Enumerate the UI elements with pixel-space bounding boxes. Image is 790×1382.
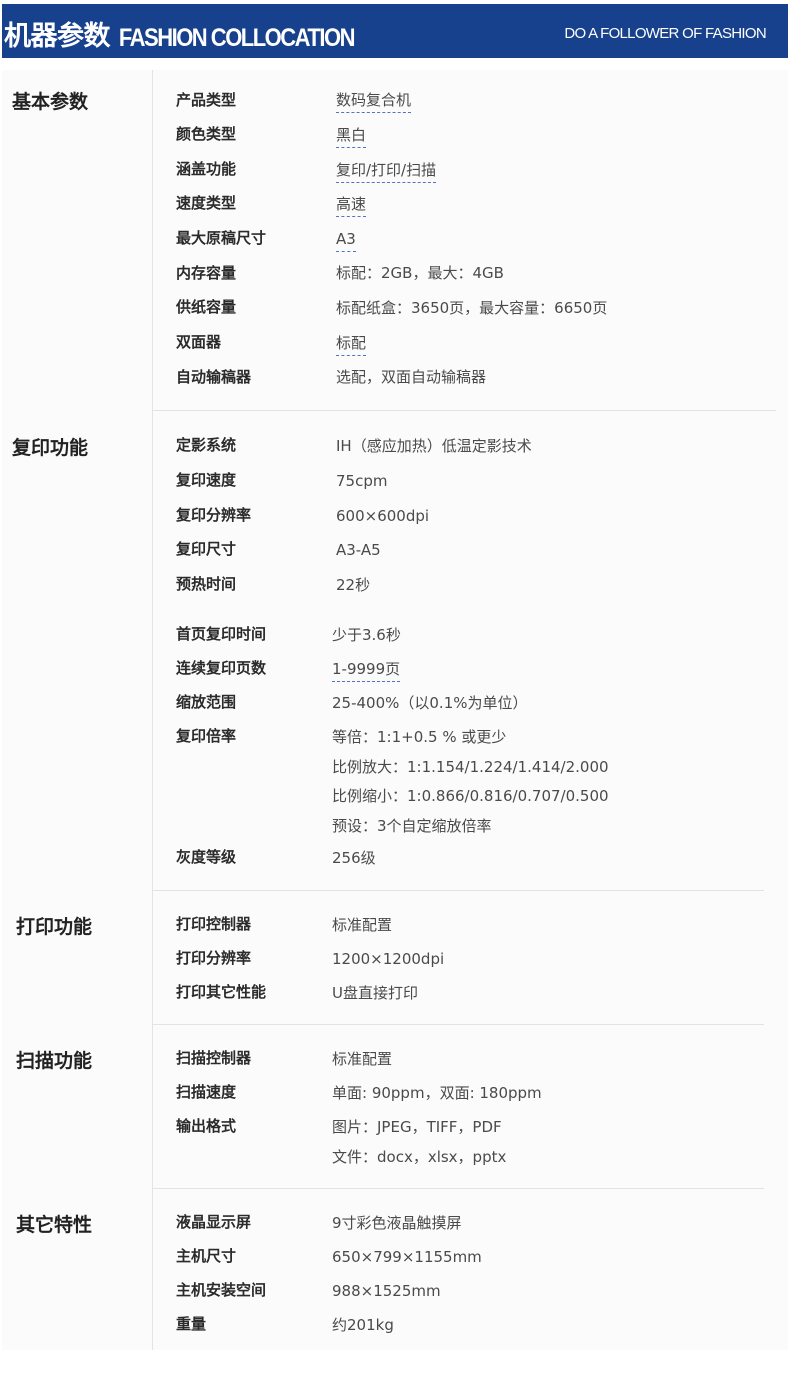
spec-label: 打印控制器 xyxy=(176,915,252,933)
spec-label: 扫描速度 xyxy=(176,1083,237,1101)
spec-value[interactable]: 黑白 xyxy=(336,124,367,148)
spec-value: 文件：docx，xlsx，pptx xyxy=(332,1148,507,1166)
spec-label: 主机安装空间 xyxy=(176,1281,267,1299)
spec-label: 首页复印时间 xyxy=(176,625,267,643)
spec-value: 600×600dpi xyxy=(336,507,430,525)
spec-value: 1200×1200dpi xyxy=(332,950,445,968)
spec-label: 复印分辨率 xyxy=(176,506,252,524)
spec-label: 复印速度 xyxy=(176,471,237,489)
spec-value: 256级 xyxy=(332,849,376,867)
spec-value: 75cpm xyxy=(336,472,388,490)
spec-value: 少于3.6秒 xyxy=(332,626,401,644)
spec-label: 自动输稿器 xyxy=(176,368,252,386)
section-title-print: 打印功能 xyxy=(16,916,93,938)
spec-value: 22秒 xyxy=(336,576,371,594)
spec-label: 缩放范围 xyxy=(176,693,237,711)
spec-label: 重量 xyxy=(176,1315,207,1333)
spec-value: 标配纸盒：3650页，最大容量：6650页 xyxy=(336,299,608,317)
spec-value[interactable]: 1-9999页 xyxy=(332,658,401,682)
spec-label: 最大原稿尺寸 xyxy=(176,229,267,247)
spec-value: 9寸彩色液晶触摸屏 xyxy=(332,1214,462,1232)
section-divider xyxy=(152,410,776,411)
spec-label: 速度类型 xyxy=(176,194,237,212)
spec-label: 预热时间 xyxy=(176,575,237,593)
spec-value[interactable]: 高速 xyxy=(336,193,367,217)
spec-label: 复印尺寸 xyxy=(176,540,237,558)
spec-value[interactable]: A3 xyxy=(336,228,356,252)
spec-label: 连续复印页数 xyxy=(176,659,267,677)
spec-label: 扫描控制器 xyxy=(176,1049,252,1067)
title-en: FASHION COLLOCATION xyxy=(118,23,356,52)
spec-value: 标准配置 xyxy=(332,916,393,934)
spec-label: 定影系统 xyxy=(176,436,237,454)
spec-value: 比例放大：1:1.154/1.224/1.414/2.000 xyxy=(332,758,609,776)
spec-value: 图片：JPEG，TIFF，PDF xyxy=(332,1118,502,1136)
page-title: 机器参数 FASHION COLLOCATION xyxy=(4,14,356,53)
section-divider xyxy=(152,1024,764,1025)
section-title-copy: 复印功能 xyxy=(12,437,89,459)
spec-value: IH（感应加热）低温定影技术 xyxy=(336,437,532,455)
spec-value: 等倍：1:1+0.5 % 或更少 xyxy=(332,728,507,746)
spec-value: 标准配置 xyxy=(332,1050,393,1068)
spec-label: 供纸容量 xyxy=(176,298,237,316)
header-slogan: DO A FOLLOWER OF FASHION xyxy=(564,25,766,42)
spec-value[interactable]: 数码复合机 xyxy=(336,89,412,113)
spec-label: 主机尺寸 xyxy=(176,1247,237,1265)
spec-value[interactable]: 复印/打印/扫描 xyxy=(336,159,437,183)
spec-value[interactable]: 标配 xyxy=(336,332,367,356)
spec-label: 产品类型 xyxy=(176,91,237,109)
spec-label: 复印倍率 xyxy=(176,727,237,745)
spec-value: 单面: 90ppm，双面: 180ppm xyxy=(332,1084,542,1102)
section-title-scan: 扫描功能 xyxy=(16,1050,93,1072)
section-title-basic: 基本参数 xyxy=(12,91,89,113)
spec-value: 约201kg xyxy=(332,1316,394,1334)
spec-value: 988×1525mm xyxy=(332,1282,441,1300)
spec-label: 打印其它性能 xyxy=(176,983,267,1001)
section-divider xyxy=(152,1188,764,1189)
spec-value: 25-400%（以0.1%为单位） xyxy=(332,694,528,712)
spec-label: 涵盖功能 xyxy=(176,160,237,178)
section-title-other: 其它特性 xyxy=(16,1214,93,1236)
spec-label: 输出格式 xyxy=(176,1117,237,1135)
spec-value: U盘直接打印 xyxy=(332,984,418,1002)
spec-label: 灰度等级 xyxy=(176,848,237,866)
spec-value: 选配，双面自动输稿器 xyxy=(336,368,487,386)
spec-label: 打印分辨率 xyxy=(176,949,252,967)
spec-label: 双面器 xyxy=(176,333,222,351)
header-banner: 机器参数 FASHION COLLOCATION DO A FOLLOWER O… xyxy=(2,4,788,58)
spec-value: 650×799×1155mm xyxy=(332,1248,482,1266)
spec-label: 液晶显示屏 xyxy=(176,1213,252,1231)
spec-value: 比例缩小：1:0.866/0.816/0.707/0.500 xyxy=(332,787,609,805)
section-divider xyxy=(152,890,764,891)
spec-value: 标配：2GB，最大：4GB xyxy=(336,264,504,282)
column-divider xyxy=(152,70,153,1350)
spec-value: A3-A5 xyxy=(336,541,381,559)
title-cn: 机器参数 xyxy=(4,21,111,52)
spec-label: 颜色类型 xyxy=(176,125,237,143)
spec-value: 预设：3个自定缩放倍率 xyxy=(332,817,492,835)
spec-label: 内存容量 xyxy=(176,264,237,282)
